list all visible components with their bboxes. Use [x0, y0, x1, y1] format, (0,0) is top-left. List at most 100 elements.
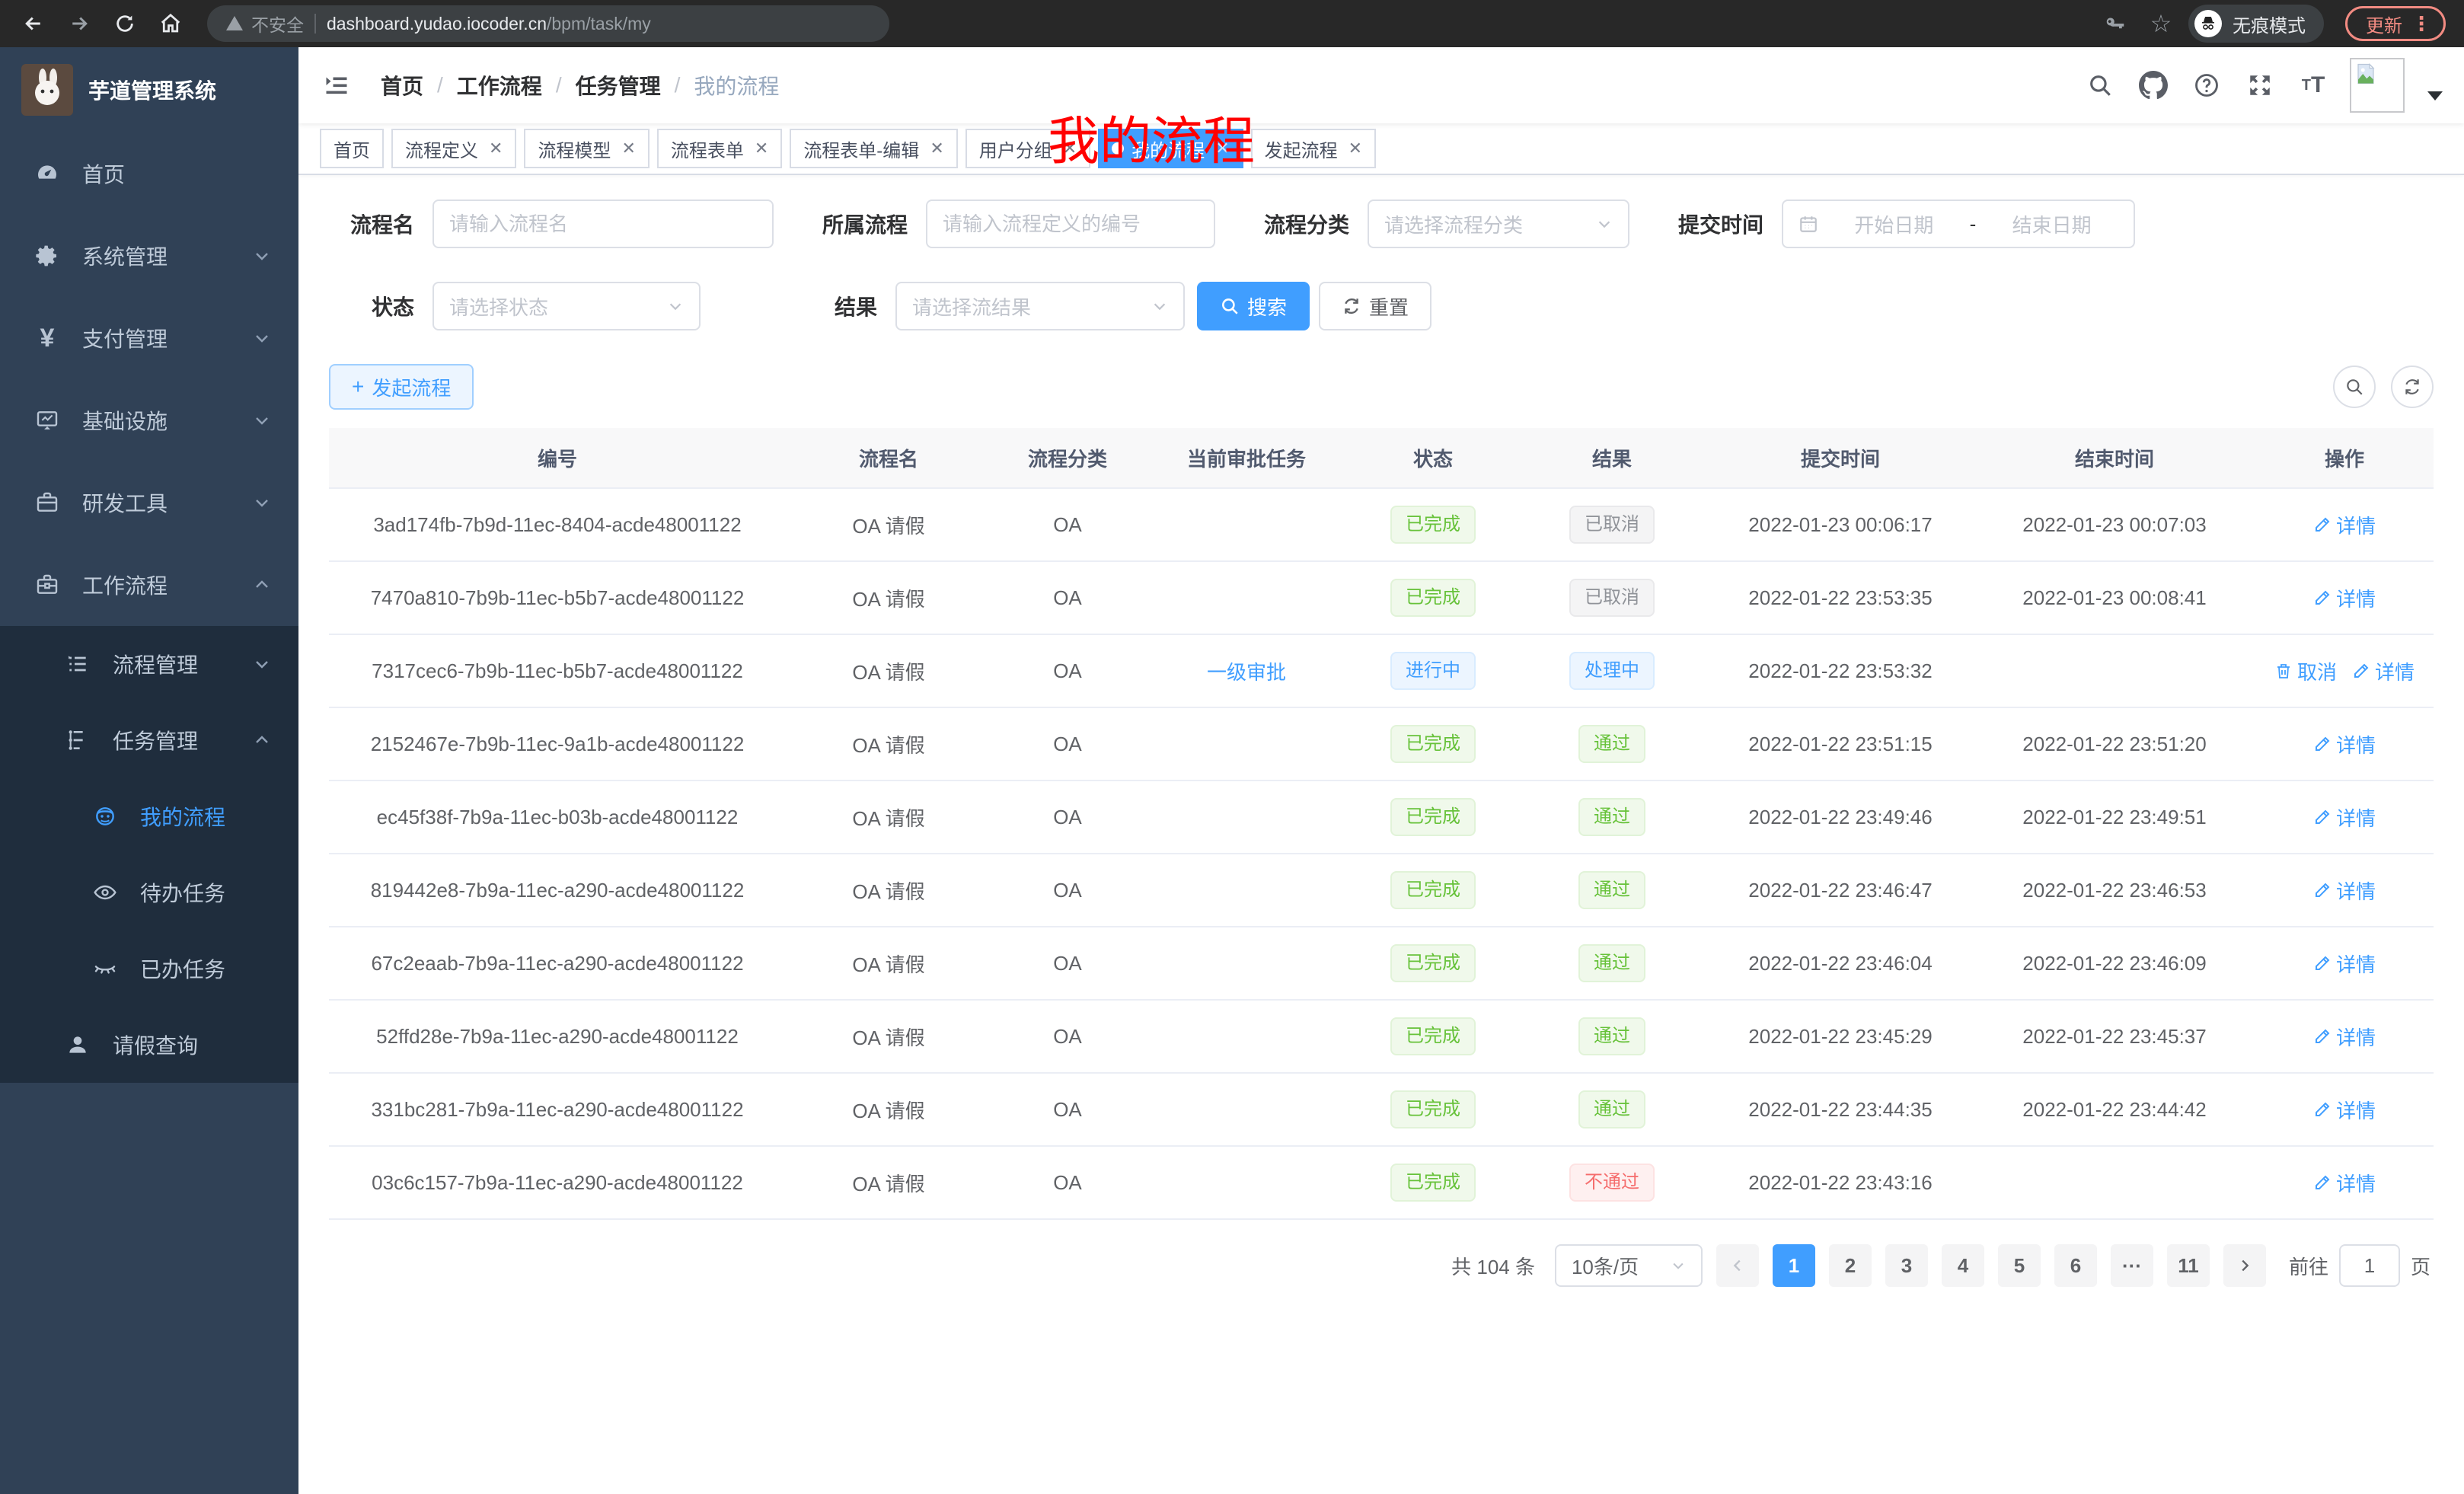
- close-icon[interactable]: ✕: [1215, 139, 1229, 158]
- detail-action[interactable]: 详情: [2313, 584, 2376, 612]
- detail-action[interactable]: 详情: [2313, 730, 2376, 758]
- sidebar-item-system[interactable]: 系统管理: [0, 215, 298, 297]
- detail-action[interactable]: 详情: [2313, 876, 2376, 905]
- sidebar-item-leave-query[interactable]: 请假查询: [0, 1007, 298, 1083]
- tag-tab[interactable]: 流程定义 ✕: [391, 129, 516, 168]
- close-icon[interactable]: ✕: [755, 139, 768, 158]
- table-row: ec45f38f-7b9a-11ec-b03b-acde48001122 OA …: [329, 781, 2434, 854]
- github-icon[interactable]: [2137, 69, 2170, 102]
- sidebar-toggle-icon[interactable]: [320, 69, 353, 102]
- sidebar-item-todo-task[interactable]: 待办任务: [0, 854, 298, 931]
- next-page-button[interactable]: [2223, 1244, 2266, 1287]
- detail-action[interactable]: 详情: [2352, 657, 2415, 685]
- avatar[interactable]: [2350, 58, 2405, 113]
- cell-end-time: 2022-01-23 00:07:03: [1974, 513, 2255, 537]
- url-bar[interactable]: 不安全 dashboard.yudao.iocoder.cn/bpm/task/…: [207, 5, 889, 42]
- search-icon[interactable]: [2083, 69, 2117, 102]
- goto-page-input[interactable]: [2339, 1244, 2400, 1287]
- refresh-table-icon[interactable]: [2391, 366, 2434, 408]
- bookmark-star-icon[interactable]: ☆: [2143, 5, 2179, 42]
- back-icon[interactable]: [15, 5, 52, 42]
- page-size-select[interactable]: 10条/页: [1555, 1244, 1703, 1287]
- breadcrumb-item[interactable]: 首页: [381, 70, 423, 101]
- tag-tab[interactable]: 流程表单-编辑 ✕: [790, 129, 957, 168]
- reset-button[interactable]: 重置: [1319, 282, 1431, 330]
- tag-tab[interactable]: 首页: [320, 129, 384, 168]
- sidebar-item-payment[interactable]: ¥ 支付管理: [0, 297, 298, 379]
- search-button[interactable]: 搜索: [1197, 282, 1310, 330]
- close-icon[interactable]: ✕: [621, 139, 635, 158]
- cell-result: 通过: [1517, 1017, 1707, 1055]
- key-icon[interactable]: [2097, 5, 2134, 42]
- forward-icon[interactable]: [61, 5, 97, 42]
- search-icon: [1220, 296, 1240, 316]
- help-icon[interactable]: [2190, 69, 2223, 102]
- time-range-picker[interactable]: 开始日期 - 结束日期: [1782, 200, 2135, 248]
- page-ellipsis[interactable]: ···: [2111, 1244, 2153, 1287]
- sidebar-item-workflow[interactable]: 工作流程: [0, 544, 298, 626]
- cell-status: 已完成: [1349, 1090, 1517, 1128]
- update-button[interactable]: 更新 ⋮: [2345, 6, 2446, 41]
- page-button-2[interactable]: 2: [1829, 1244, 1872, 1287]
- page-button-6[interactable]: 6: [2054, 1244, 2097, 1287]
- status-badge: 通过: [1578, 725, 1645, 763]
- logo[interactable]: 芋道管理系统: [0, 47, 298, 132]
- status-filter-select[interactable]: 请选择状态: [432, 282, 701, 330]
- detail-action[interactable]: 详情: [2313, 1023, 2376, 1051]
- cell-name: OA 请假: [786, 730, 991, 758]
- cell-name: OA 请假: [786, 1023, 991, 1051]
- detail-action[interactable]: 详情: [2313, 1096, 2376, 1124]
- caret-down-icon[interactable]: [2427, 91, 2443, 101]
- font-size-icon[interactable]: TT: [2296, 69, 2330, 102]
- reload-icon[interactable]: [107, 5, 143, 42]
- breadcrumb-item[interactable]: 工作流程: [457, 70, 542, 101]
- sidebar-item-task-mgmt[interactable]: 任务管理: [0, 702, 298, 778]
- fullscreen-icon[interactable]: [2243, 69, 2277, 102]
- cell-result: 不通过: [1517, 1164, 1707, 1202]
- detail-action[interactable]: 详情: [2313, 950, 2376, 978]
- sidebar-item-home[interactable]: 首页: [0, 132, 298, 215]
- sidebar-item-infra[interactable]: 基础设施: [0, 379, 298, 461]
- page-button-5[interactable]: 5: [1998, 1244, 2041, 1287]
- table-toolbar: + 发起流程: [329, 364, 2434, 410]
- detail-action[interactable]: 详情: [2313, 803, 2376, 832]
- name-filter-input[interactable]: [432, 200, 774, 248]
- page-button-3[interactable]: 3: [1885, 1244, 1928, 1287]
- browser-menu-icon[interactable]: ⋮: [2411, 12, 2431, 36]
- column-header: 状态: [1349, 444, 1517, 472]
- sidebar-item-process-mgmt[interactable]: 流程管理: [0, 626, 298, 702]
- page-button-4[interactable]: 4: [1942, 1244, 1984, 1287]
- chevron-down-icon: [1151, 298, 1168, 314]
- page-button-11[interactable]: 11: [2167, 1244, 2210, 1287]
- broken-image-icon: [2354, 62, 2377, 85]
- create-process-button[interactable]: + 发起流程: [329, 364, 474, 410]
- show-search-icon[interactable]: [2333, 366, 2376, 408]
- tag-tab[interactable]: 用户分组 ✕: [965, 129, 1090, 168]
- sidebar-item-done-task[interactable]: 已办任务: [0, 931, 298, 1007]
- detail-action[interactable]: 详情: [2313, 511, 2376, 539]
- tag-tab[interactable]: 流程模型 ✕: [524, 129, 649, 168]
- tag-tab[interactable]: 流程表单 ✕: [657, 129, 782, 168]
- definition-filter-input[interactable]: [926, 200, 1215, 248]
- cancel-action[interactable]: 取消: [2274, 657, 2337, 685]
- close-icon[interactable]: ✕: [489, 139, 503, 158]
- close-icon[interactable]: ✕: [1348, 139, 1362, 158]
- result-filter-select[interactable]: 请选择流结果: [895, 282, 1185, 330]
- chevron-icon: [253, 329, 271, 347]
- detail-action[interactable]: 详情: [2313, 1169, 2376, 1197]
- home-icon[interactable]: [152, 5, 189, 42]
- close-icon[interactable]: ✕: [930, 139, 943, 158]
- prev-page-button[interactable]: [1716, 1244, 1759, 1287]
- content: 流程名 所属流程 流程分类 请选择流程分类 提交时: [298, 175, 2464, 1494]
- sidebar-item-my-process[interactable]: 我的流程: [0, 778, 298, 854]
- breadcrumb-item[interactable]: 任务管理: [576, 70, 661, 101]
- tag-tab[interactable]: 发起流程 ✕: [1251, 129, 1376, 168]
- cell-category: OA: [991, 1171, 1144, 1195]
- task-link[interactable]: 一级审批: [1207, 657, 1286, 685]
- tag-tab[interactable]: 我的流程 ✕: [1098, 129, 1243, 168]
- category-filter-select[interactable]: 请选择流程分类: [1368, 200, 1629, 248]
- close-icon[interactable]: ✕: [1063, 139, 1077, 158]
- sidebar-item-devtools[interactable]: 研发工具: [0, 461, 298, 544]
- page-button-1[interactable]: 1: [1773, 1244, 1815, 1287]
- security-warning[interactable]: 不安全: [225, 11, 304, 37]
